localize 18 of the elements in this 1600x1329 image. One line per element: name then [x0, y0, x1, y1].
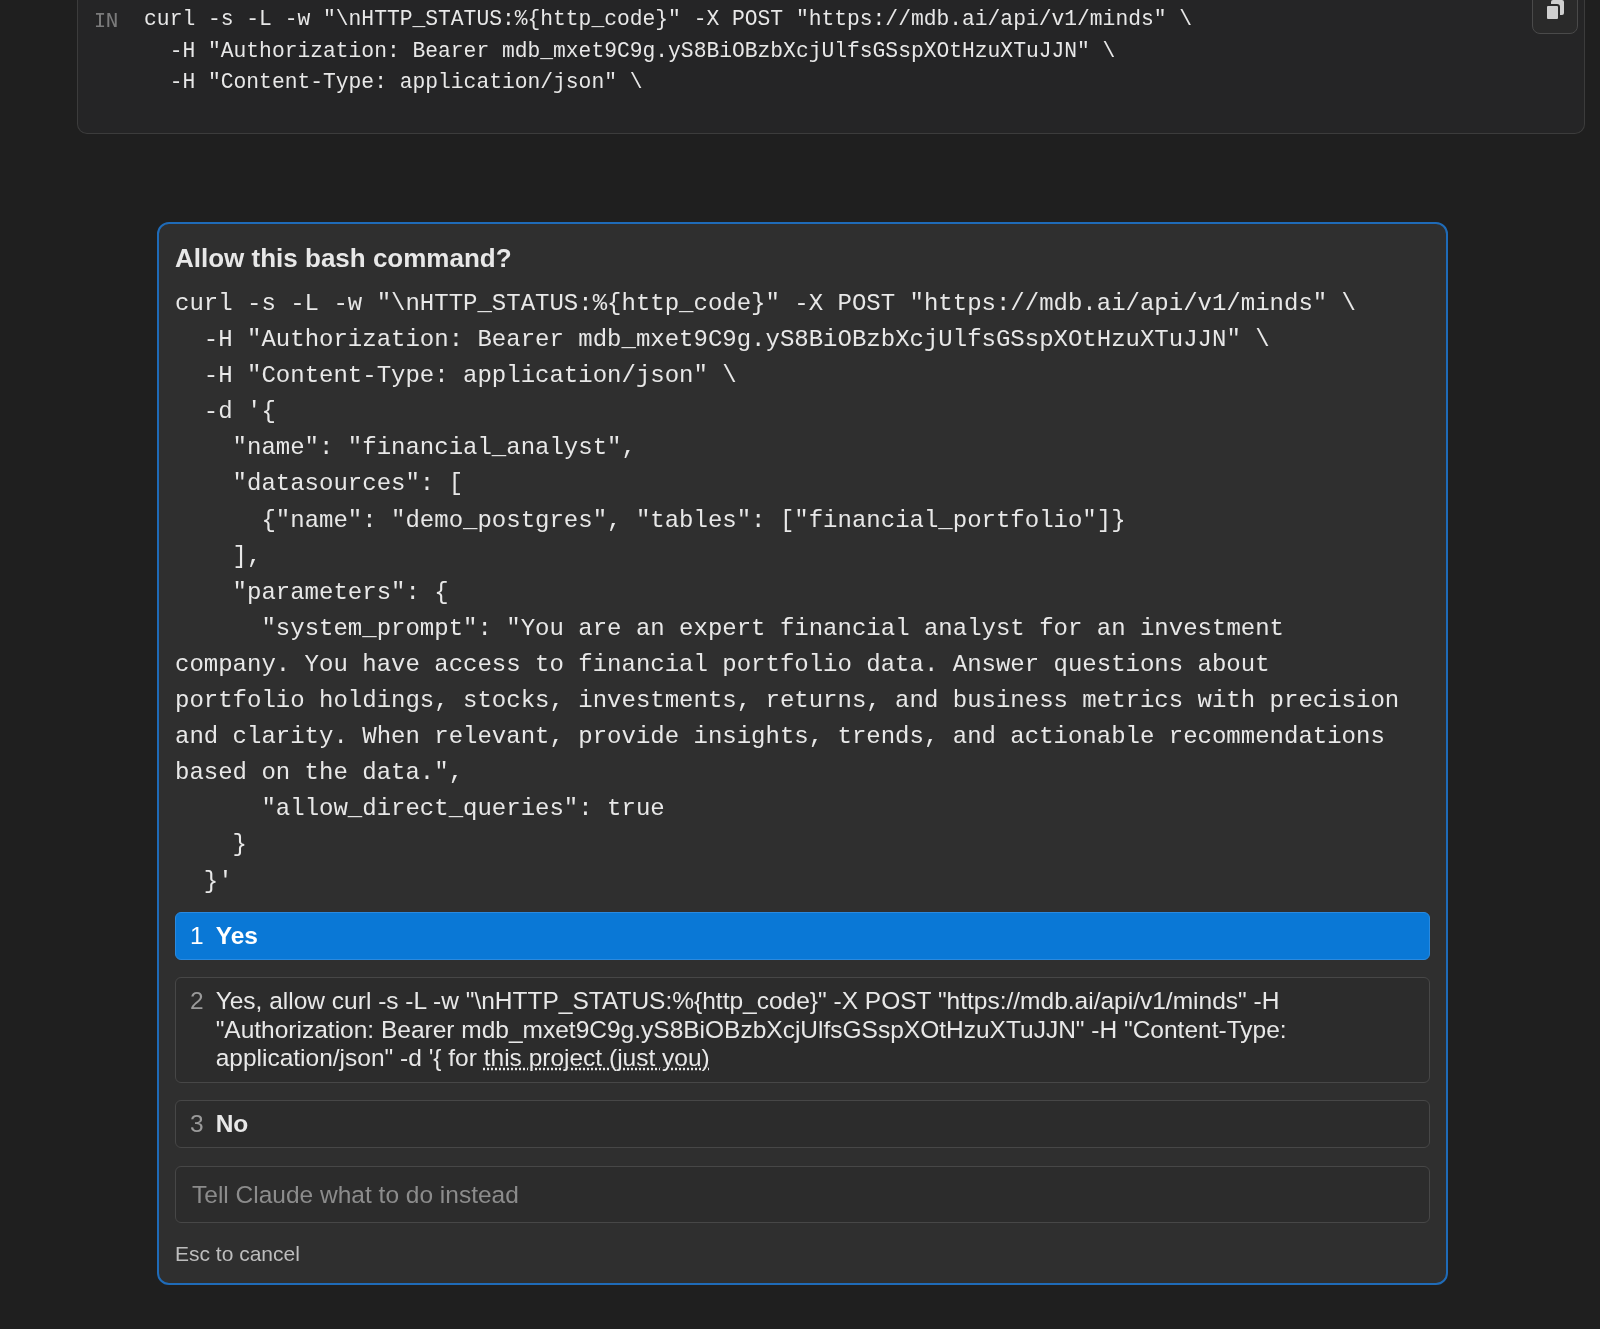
copy-icon	[1544, 0, 1566, 22]
option-button[interactable]: 3 No	[175, 1099, 1430, 1149]
scope-link[interactable]: this project (just you)	[483, 1044, 710, 1072]
option-label: No	[215, 1109, 249, 1139]
command-text: curl -s -L -w "\nHTTP_STATUS:%{http_code}" -X POST "https://mdb.ai/api/v1/minds" \ -H "Authorization: Bearer mdb_mxet9C9g.yS8BiOBzbXcjUlfsGSspXOtHzuXTuJJN" \ -H "Content-Type: application/json" \ -d '{ "name": "financial_analyst", "datasources": [ {"name": "demo_postgres", "tables": ["financial_portfolio"]} ], "parameters": { "system_prompt": "You are an expert financial analyst for an investment company. You have access to financial portfolio data. Answer questions about portfolio holdings, stocks, investments, returns, and business metrics with precision and clarity. When relevant, provide insights, trends, and actionable recommendations based on the data.", "allow_direct_queries": true } }'	[175, 289, 1401, 897]
cancel-hint: Esc to cancel	[175, 1241, 301, 1268]
copy-button[interactable]	[1532, 0, 1578, 34]
option-number: 1	[190, 921, 204, 951]
option-label: Yes, allow curl -s -L -w "\nHTTP_STATUS:%{http_code}" -X POST "https://mdb.ai/api/v1/minds" -H "Authorization: Bearer mdb_mxet9C9g.yS8BiOBzbXcjUlfsGSspXOtHzuXTuJJN" -H "Content-Type: application/json" -d '{ for this project (just you)	[215, 987, 1288, 1073]
input-label: IN	[94, 7, 119, 34]
option-label: Yes	[215, 921, 258, 951]
instruction-field[interactable]: Tell Claude what to do instead	[175, 1166, 1430, 1224]
option-number: 2	[190, 987, 204, 1016]
option-number: 3	[190, 1109, 204, 1139]
dialog-title: Allow this bash command?	[175, 242, 513, 274]
command-text: curl -s -L -w "\nHTTP_STATUS:%{http_code}" -X POST "https://mdb.ai/api/v1/minds" \ -H "Authorization: Bearer mdb_mxet9C9g.yS8BiOBzbXcjUlfsGSspXOtHzuXTuJJN" \ -H "Content-Type: application/json" \	[144, 6, 1193, 97]
option-button[interactable]: 1 Yes	[175, 911, 1430, 961]
option-button[interactable]	[175, 977, 1430, 1083]
